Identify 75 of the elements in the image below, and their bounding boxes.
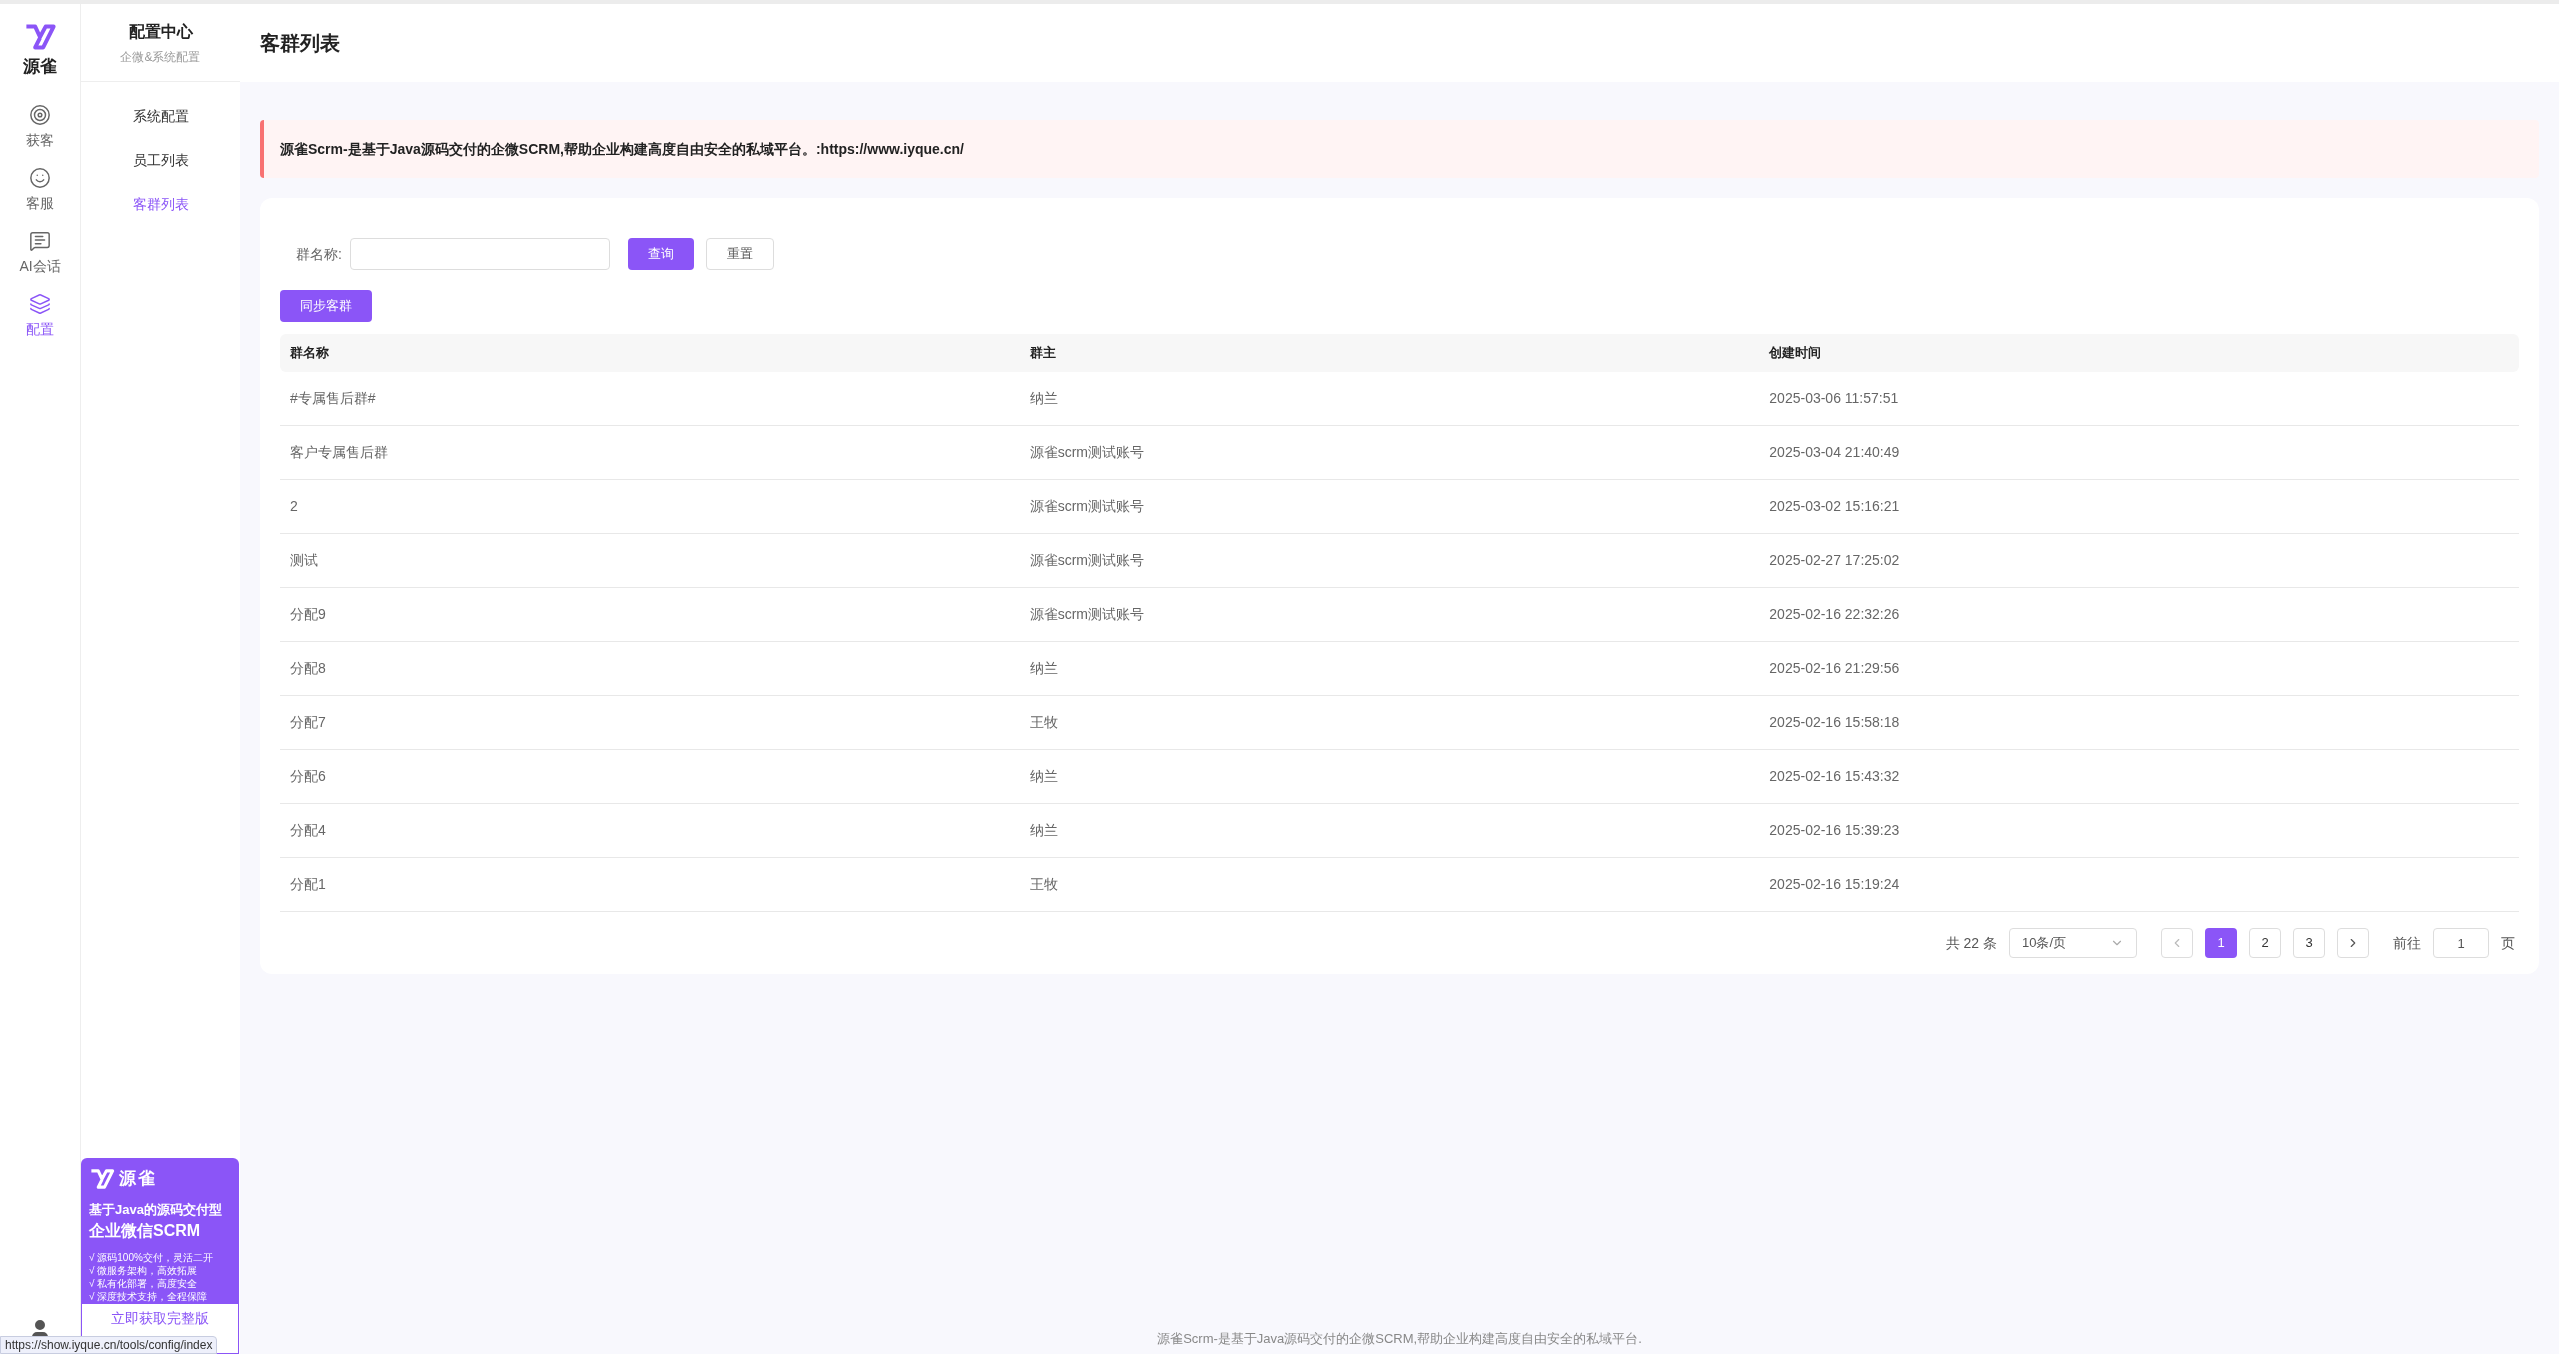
table-cell-text: 2025-02-16 21:29:56 xyxy=(1769,659,1901,678)
submenu-title: 配置中心 xyxy=(128,21,193,42)
page-button[interactable]: 1 xyxy=(2205,928,2237,958)
table-cell-text: 2025-03-06 11:57:51 xyxy=(1769,389,1900,408)
table-cell-text: 2025-03-04 21:40:49 xyxy=(1769,443,1901,462)
table-cell-text: 分配7 xyxy=(290,713,327,732)
table-cell-text: 纳兰 xyxy=(1029,767,1059,786)
nav-icon xyxy=(29,103,51,126)
submenu-item[interactable]: 客群列表 xyxy=(132,182,189,226)
page-title: 客群列表 xyxy=(260,31,340,56)
brand-name: 源雀 xyxy=(23,56,57,78)
table-cell-text: 分配9 xyxy=(290,605,327,624)
table-cell-text: 测试 xyxy=(290,551,319,570)
table-cell-text: 王牧 xyxy=(1029,875,1059,894)
submenu-item[interactable]: 员工列表 xyxy=(132,138,189,182)
bird-logo-icon xyxy=(89,1168,115,1189)
sync-groups-button[interactable]: 同步客群 xyxy=(280,290,372,322)
bird-logo-icon xyxy=(24,24,56,50)
table-cell-text: 分配1 xyxy=(290,875,327,894)
nav-rail-item[interactable]: 配置 xyxy=(0,284,80,348)
goto-label: 前往 xyxy=(2393,933,2421,953)
promo-bullet: √ 私有化部署，高度安全 xyxy=(89,1277,199,1290)
table-cell-text: 源雀scrm测试账号 xyxy=(1029,605,1145,624)
query-button[interactable]: 查询 xyxy=(627,238,694,270)
table-cell-text: 2025-02-16 15:39:23 xyxy=(1769,821,1901,840)
reset-button[interactable]: 重置 xyxy=(705,238,774,270)
nav-icon xyxy=(29,166,51,189)
table-cell-text: 源雀scrm测试账号 xyxy=(1029,497,1145,516)
table-cell-text: 2025-02-27 17:25:02 xyxy=(1769,551,1901,570)
table-cell-text: #专属售后群# xyxy=(290,389,377,408)
table-cell-text: 分配8 xyxy=(290,659,327,678)
notice-text: 源雀Scrm-是基于Java源码交付的企微SCRM,帮助企业构建高度自由安全的私域平台。:https://www.iyque.cn/ xyxy=(280,139,964,159)
promo-bullet: √ 深度技术支持，全程保障 xyxy=(89,1290,209,1303)
table-cell-text: 王牧 xyxy=(1029,713,1059,732)
goto-page-input[interactable]: 1 xyxy=(2433,928,2489,958)
column-header: 群主 xyxy=(1029,344,1057,363)
nav-rail-item[interactable]: 客服 xyxy=(0,158,80,222)
table-cell-text: 2025-02-16 15:58:18 xyxy=(1769,713,1901,732)
goto-suffix: 页 xyxy=(2501,933,2515,953)
total-count: 共 22 条 xyxy=(1945,933,1997,953)
filter-label: 群名称: xyxy=(296,244,342,264)
group-name-input[interactable] xyxy=(349,238,610,270)
table-cell-text: 2 xyxy=(290,497,299,516)
column-header: 群名称 xyxy=(290,344,330,363)
nav-icon xyxy=(29,292,51,315)
nav-rail-item[interactable]: 获客 xyxy=(0,95,80,159)
promo-headline: 基于Java的源码交付型 xyxy=(89,1200,223,1219)
table-cell-text: 纳兰 xyxy=(1029,389,1059,408)
table-cell-text: 源雀scrm测试账号 xyxy=(1029,551,1145,570)
table-cell-text: 源雀scrm测试账号 xyxy=(1029,443,1145,462)
table-cell-text: 分配4 xyxy=(290,821,327,840)
page-button[interactable]: 2 xyxy=(2249,928,2281,958)
prev-page-button[interactable] xyxy=(2161,928,2193,958)
page-size-select[interactable]: 10条/页 xyxy=(2009,928,2137,958)
table-cell-text: 2025-02-16 15:43:32 xyxy=(1769,767,1901,786)
table-cell-text: 纳兰 xyxy=(1029,821,1059,840)
table-cell-text: 2025-03-02 15:16:21 xyxy=(1769,497,1901,516)
table-cell-text: 2025-02-16 15:19:24 xyxy=(1769,875,1901,894)
footer-text: 源雀Scrm-是基于Java源码交付的企微SCRM,帮助企业构建高度自由安全的私域平台. xyxy=(1157,1330,1642,1349)
link-status-tooltip: https://show.iyque.cn/tools/config/index xyxy=(0,1336,218,1354)
promo-brand: 源雀 xyxy=(119,1168,157,1190)
promo-bullet: √ 微服务架构，高效拓展 xyxy=(89,1264,199,1277)
table-cell-text: 客户专属售后群 xyxy=(290,443,389,462)
nav-rail-item[interactable]: AI会话 xyxy=(0,221,80,285)
promo-headline: 企业微信SCRM xyxy=(89,1221,202,1241)
promo-bullet: √ 源码100%交付，灵活二开 xyxy=(89,1251,214,1264)
nav-icon xyxy=(29,229,51,252)
table-cell-text: 2025-02-16 22:32:26 xyxy=(1769,605,1901,624)
submenu-subtitle: 企微&系统配置 xyxy=(120,48,201,66)
next-page-button[interactable] xyxy=(2337,928,2369,958)
table-cell-text: 分配6 xyxy=(290,767,327,786)
table-cell-text: 纳兰 xyxy=(1029,659,1059,678)
page-button[interactable]: 3 xyxy=(2293,928,2325,958)
submenu-item[interactable]: 系统配置 xyxy=(132,94,189,138)
column-header: 创建时间 xyxy=(1769,344,1823,363)
